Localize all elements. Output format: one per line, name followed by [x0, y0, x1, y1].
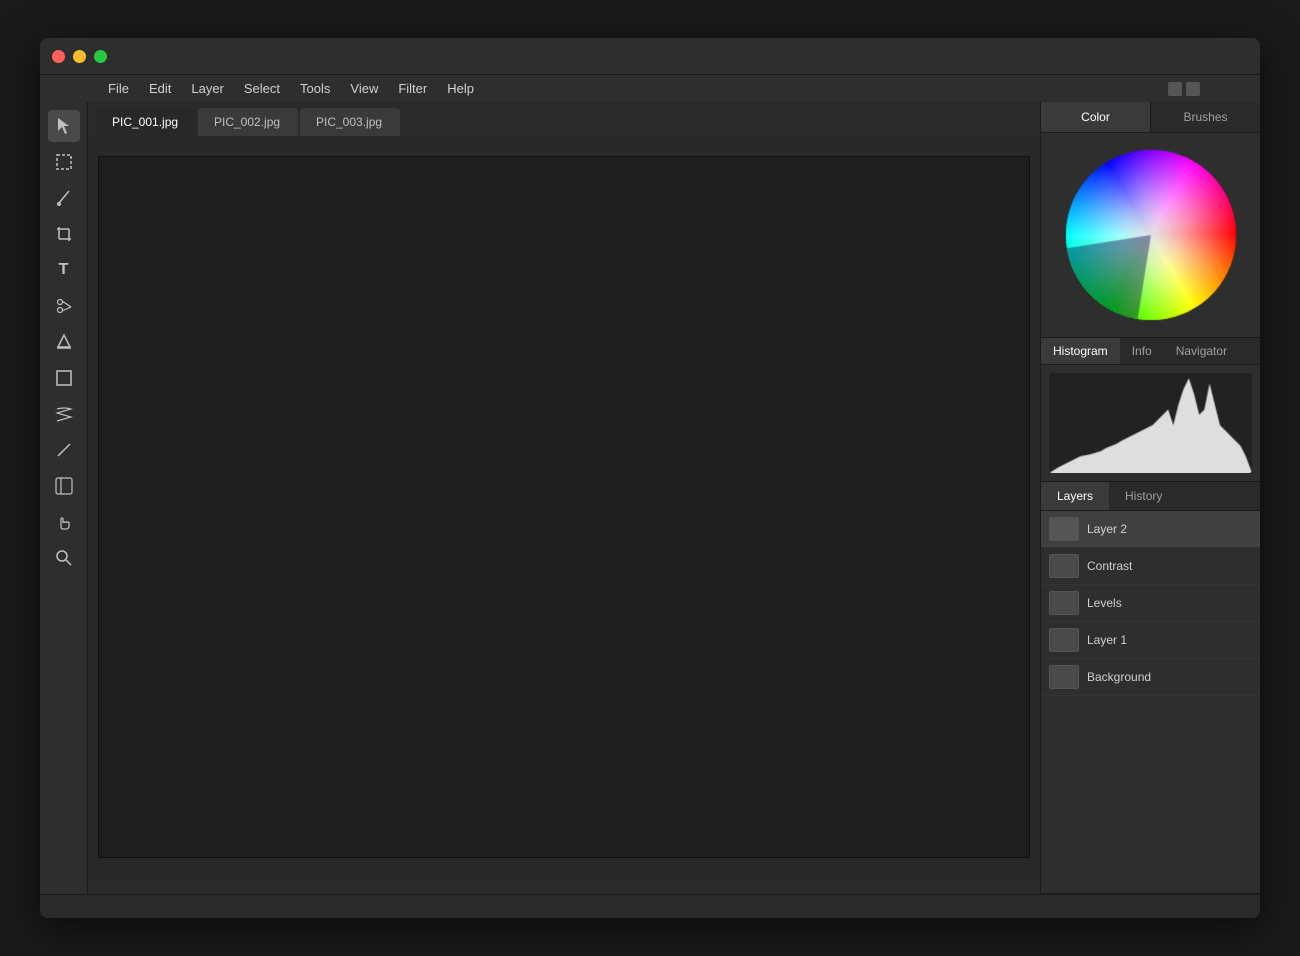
tab-layers[interactable]: Layers	[1041, 482, 1109, 510]
layer-name-layer1: Layer 1	[1087, 633, 1127, 647]
menu-file[interactable]: File	[100, 79, 137, 98]
color-wheel-container	[1041, 133, 1260, 337]
title-bar	[40, 38, 1260, 74]
maximize-button[interactable]	[94, 50, 107, 63]
scissor-tool[interactable]	[48, 290, 80, 322]
minimize-button[interactable]	[73, 50, 86, 63]
canvas-area[interactable]	[88, 136, 1040, 878]
tab-navigator[interactable]: Navigator	[1164, 338, 1239, 364]
layer-thumb-layer1	[1049, 628, 1079, 652]
window-ctrl-1[interactable]	[1168, 82, 1182, 96]
tab-info[interactable]: Info	[1120, 338, 1164, 364]
app-window: File Edit Layer Select Tools View Filter…	[40, 38, 1260, 918]
layer-thumb-contrast	[1049, 554, 1079, 578]
zoom-tool[interactable]	[48, 542, 80, 574]
histogram-graph: const hc = document.getElementById('hist…	[1049, 373, 1252, 473]
layer-item-layer2[interactable]: Layer 2	[1041, 511, 1260, 548]
tab-history[interactable]: History	[1109, 482, 1178, 510]
layer-item-layer1[interactable]: Layer 1	[1041, 622, 1260, 659]
layer-name-levels: Levels	[1087, 596, 1122, 610]
tab-pic001[interactable]: PIC_001.jpg	[96, 108, 196, 136]
menu-bar: File Edit Layer Select Tools View Filter…	[40, 74, 1260, 102]
window-ctrl-2[interactable]	[1186, 82, 1200, 96]
layer-item-levels[interactable]: Levels	[1041, 585, 1260, 622]
menu-filter[interactable]: Filter	[390, 79, 435, 98]
select-tool[interactable]	[48, 110, 80, 142]
layer-item-contrast[interactable]: Contrast	[1041, 548, 1260, 585]
color-wheel[interactable]	[1061, 145, 1241, 325]
status-bar	[40, 894, 1260, 918]
layer-thumb-layer2	[1049, 517, 1079, 541]
color-panel-section: Color Brushes .color-wheel-svg { display…	[1041, 102, 1260, 338]
menu-select[interactable]: Select	[236, 79, 288, 98]
line-tool[interactable]	[48, 434, 80, 466]
adjust-tool[interactable]	[48, 470, 80, 502]
document-tabs: PIC_001.jpg PIC_002.jpg PIC_003.jpg	[88, 102, 1040, 136]
tab-brushes[interactable]: Brushes	[1151, 102, 1260, 132]
menu-edit[interactable]: Edit	[141, 79, 179, 98]
tab-pic002[interactable]: PIC_002.jpg	[198, 108, 298, 136]
hand-tool[interactable]	[48, 506, 80, 538]
menu-layer[interactable]: Layer	[183, 79, 232, 98]
canvas	[98, 156, 1030, 858]
menu-tools[interactable]: Tools	[292, 79, 338, 98]
menu-help[interactable]: Help	[439, 79, 482, 98]
center-area: PIC_001.jpg PIC_002.jpg PIC_003.jpg	[88, 102, 1040, 894]
brush-tool[interactable]	[48, 182, 80, 214]
main-area: T	[40, 102, 1260, 894]
layer-thumb-levels	[1049, 591, 1079, 615]
menu-view[interactable]: View	[342, 79, 386, 98]
layer-name-contrast: Contrast	[1087, 559, 1132, 573]
tab-pic003[interactable]: PIC_003.jpg	[300, 108, 400, 136]
marquee-tool[interactable]	[48, 146, 80, 178]
toolbar: T	[40, 102, 88, 894]
smudge-tool[interactable]	[48, 398, 80, 430]
crop-tool[interactable]	[48, 218, 80, 250]
layer-thumb-background	[1049, 665, 1079, 689]
horizontal-scrollbar[interactable]	[88, 878, 1040, 894]
layer-name-background: Background	[1087, 670, 1151, 684]
color-panel-tabs: Color Brushes	[1041, 102, 1260, 133]
histogram-panel-tabs: Histogram Info Navigator	[1041, 338, 1260, 365]
close-button[interactable]	[52, 50, 65, 63]
shape-tool[interactable]	[48, 362, 80, 394]
layer-item-background[interactable]: Background	[1041, 659, 1260, 696]
tab-color[interactable]: Color	[1041, 102, 1151, 132]
text-tool[interactable]: T	[48, 254, 80, 286]
histogram-panel-section: Histogram Info Navigator const hc = docu…	[1041, 338, 1260, 482]
tab-histogram[interactable]: Histogram	[1041, 338, 1120, 364]
fill-tool[interactable]	[48, 326, 80, 358]
layers-panel-tabs: Layers History	[1041, 482, 1260, 511]
layer-name-layer2: Layer 2	[1087, 522, 1127, 536]
right-panel: Color Brushes .color-wheel-svg { display…	[1040, 102, 1260, 894]
layers-panel-section: Layers History Layer 2 Contrast Levels	[1041, 482, 1260, 894]
